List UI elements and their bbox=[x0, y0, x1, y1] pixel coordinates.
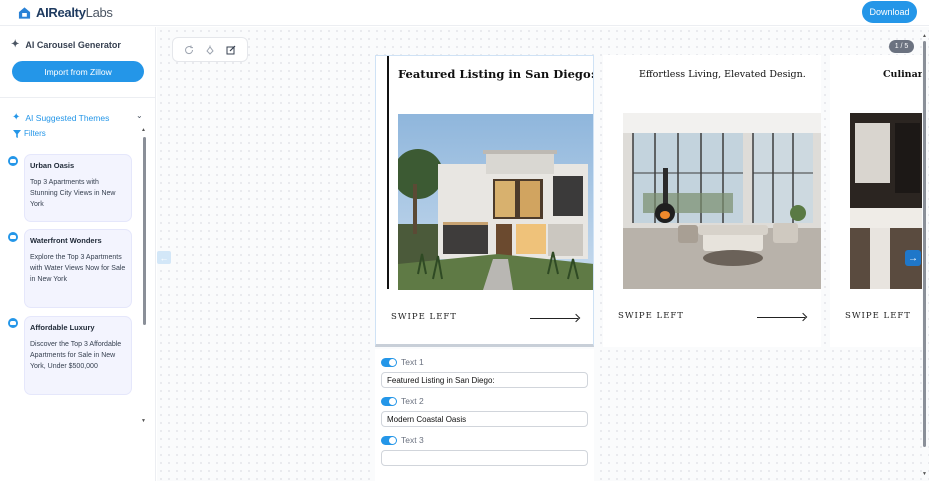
accent-bar bbox=[387, 56, 389, 289]
canvas-scrollbar[interactable]: ▲ ▼ bbox=[922, 33, 927, 477]
theme-description: Discover the Top 3 Affordable Apartments… bbox=[30, 341, 122, 370]
text-1-input[interactable]: Featured Listing in San Diego: bbox=[381, 372, 588, 388]
filter-icon bbox=[13, 129, 21, 138]
canvas-scroll-thumb[interactable] bbox=[923, 41, 926, 447]
theme-list: Urban Oasis Top 3 Apartments with Stunni… bbox=[0, 152, 150, 402]
swipe-left-label: SWIPE LEFT bbox=[845, 311, 911, 321]
slide-heading[interactable]: Featured Listing in San Diego: bbox=[398, 67, 593, 81]
swipe-left-label: SWIPE LEFT bbox=[391, 312, 457, 322]
slide-heading[interactable]: Effortless Living, Elevated Design. bbox=[639, 69, 806, 80]
filters-button[interactable]: Filters bbox=[13, 129, 46, 138]
text-1-label: Text 1 bbox=[401, 357, 424, 367]
sparkle-icon: ✦ bbox=[12, 112, 21, 123]
theme-description: Explore the Top 3 Apartments with Water … bbox=[30, 254, 126, 283]
generator-title: ✦ AI Carousel Generator bbox=[11, 39, 121, 50]
sidebar: ✦ AI Carousel Generator Import from Zill… bbox=[0, 27, 156, 481]
text-2-label: Text 2 bbox=[401, 396, 424, 406]
editor-toolbar bbox=[172, 37, 248, 62]
theme-title: Affordable Luxury bbox=[30, 323, 95, 332]
brand-logo[interactable]: AIRealtyLabs bbox=[18, 5, 113, 20]
text-editor-panel: Text 1 Featured Listing in San Diego: Te… bbox=[375, 349, 594, 481]
theme-icon bbox=[8, 318, 18, 328]
text-1-toggle[interactable] bbox=[381, 357, 397, 367]
swipe-left-label: SWIPE LEFT bbox=[618, 311, 684, 321]
download-button[interactable]: Download bbox=[862, 1, 917, 23]
theme-description: Top 3 Apartments with Stunning City View… bbox=[30, 179, 116, 208]
ai-suggested-themes-header[interactable]: ✦ AI Suggested Themes bbox=[12, 112, 109, 123]
slide-3[interactable]: Culinary SWIPE LEFT bbox=[830, 55, 922, 347]
app-header: AIRealtyLabs Download bbox=[0, 0, 929, 26]
text-3-input[interactable] bbox=[381, 450, 588, 466]
theme-icon bbox=[8, 156, 18, 166]
text-3-toggle[interactable] bbox=[381, 435, 397, 445]
theme-card-waterfront-wonders[interactable]: Waterfront Wonders Explore the Top 3 Apa… bbox=[24, 229, 132, 308]
scroll-down-icon[interactable]: ▼ bbox=[141, 418, 146, 424]
page-counter: 1 / 5 bbox=[889, 40, 914, 53]
text-2-input[interactable]: Modern Coastal Oasis bbox=[381, 411, 588, 427]
text-2-toggle-row: Text 2 bbox=[381, 396, 424, 406]
living-room-image[interactable] bbox=[623, 113, 821, 289]
next-slide-button[interactable]: → bbox=[905, 250, 921, 266]
paint-bucket-icon[interactable] bbox=[204, 44, 216, 56]
sparkle-icon: ✦ bbox=[11, 39, 20, 50]
scroll-up-icon[interactable]: ▲ bbox=[922, 33, 927, 39]
carousel-canvas: ← 1 / 5 Featured Listing in San Diego: S… bbox=[157, 27, 929, 481]
brand-name: AIRealtyLabs bbox=[36, 5, 113, 20]
edit-icon[interactable] bbox=[225, 44, 237, 56]
sidebar-scrollbar[interactable] bbox=[143, 137, 146, 325]
arrow-right-icon bbox=[530, 318, 578, 319]
slide-1[interactable]: Featured Listing in San Diego: SWIPE LEF… bbox=[375, 55, 594, 347]
text-1-toggle-row: Text 1 bbox=[381, 357, 424, 367]
arrow-right-icon bbox=[757, 317, 805, 318]
scroll-up-icon[interactable]: ▲ bbox=[141, 127, 146, 133]
divider bbox=[0, 97, 155, 98]
refresh-icon[interactable] bbox=[183, 44, 195, 56]
theme-icon bbox=[8, 232, 18, 242]
import-from-zillow-button[interactable]: Import from Zillow bbox=[12, 61, 144, 82]
chevron-down-icon[interactable]: ⌄ bbox=[136, 111, 143, 120]
scroll-down-icon[interactable]: ▼ bbox=[922, 471, 927, 477]
theme-card-affordable-luxury[interactable]: Affordable Luxury Discover the Top 3 Aff… bbox=[24, 316, 132, 395]
house-logo-icon bbox=[18, 6, 31, 19]
text-3-toggle-row: Text 3 bbox=[381, 435, 424, 445]
previous-slide-button[interactable]: ← bbox=[157, 251, 171, 264]
theme-title: Waterfront Wonders bbox=[30, 236, 102, 245]
text-3-label: Text 3 bbox=[401, 435, 424, 445]
theme-title: Urban Oasis bbox=[30, 161, 75, 170]
theme-card-urban-oasis[interactable]: Urban Oasis Top 3 Apartments with Stunni… bbox=[24, 154, 132, 222]
slide-2[interactable]: Effortless Living, Elevated Design. SWIP… bbox=[603, 55, 821, 347]
house-exterior-image[interactable] bbox=[398, 114, 594, 290]
slide-heading[interactable]: Culinary bbox=[883, 69, 922, 80]
text-2-toggle[interactable] bbox=[381, 396, 397, 406]
